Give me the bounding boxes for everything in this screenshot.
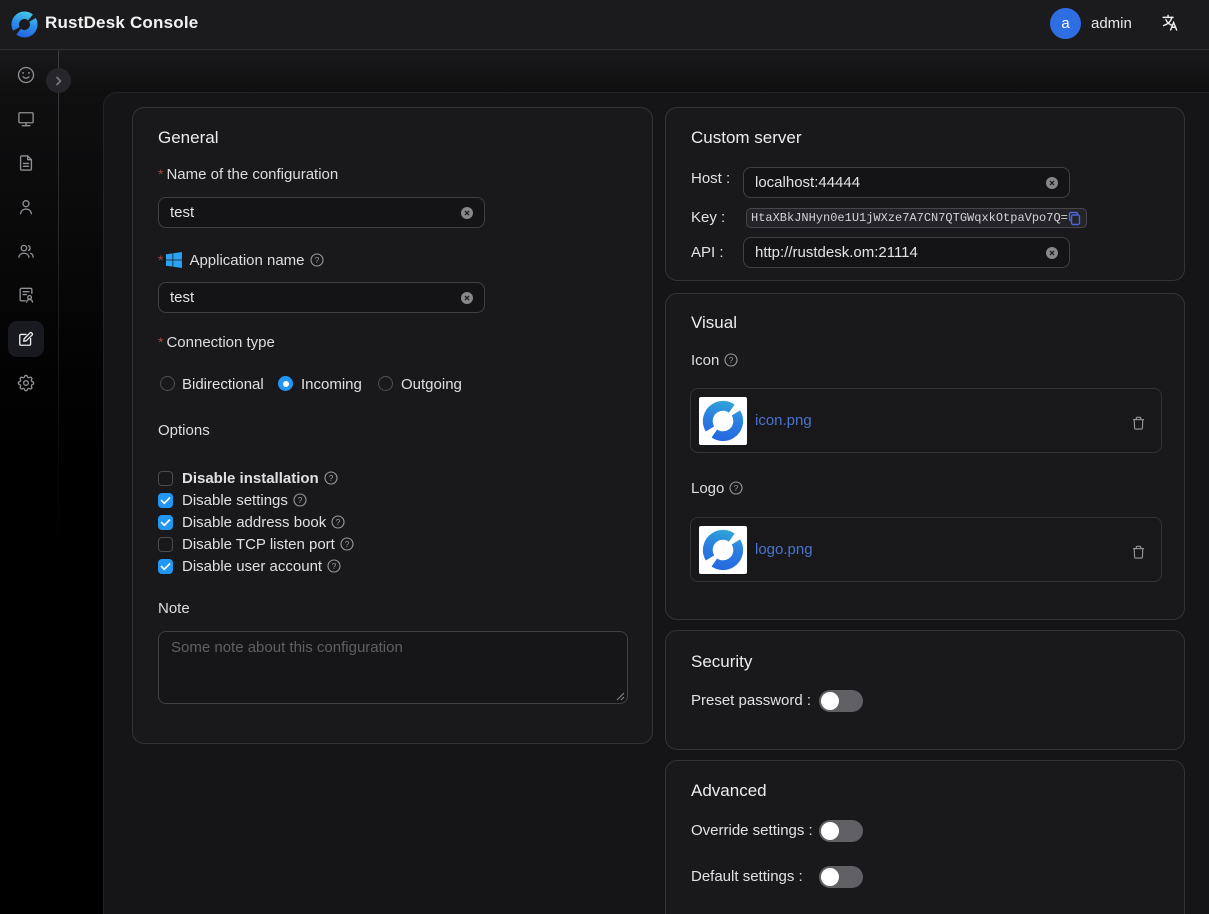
svg-text:?: ? (336, 517, 341, 527)
svg-text:?: ? (729, 355, 734, 365)
svg-text:?: ? (298, 495, 303, 505)
svg-text:?: ? (734, 483, 739, 493)
svg-text:?: ? (332, 561, 337, 571)
svg-text:?: ? (314, 255, 319, 265)
svg-text:?: ? (328, 473, 333, 483)
svg-text:?: ? (344, 539, 349, 549)
